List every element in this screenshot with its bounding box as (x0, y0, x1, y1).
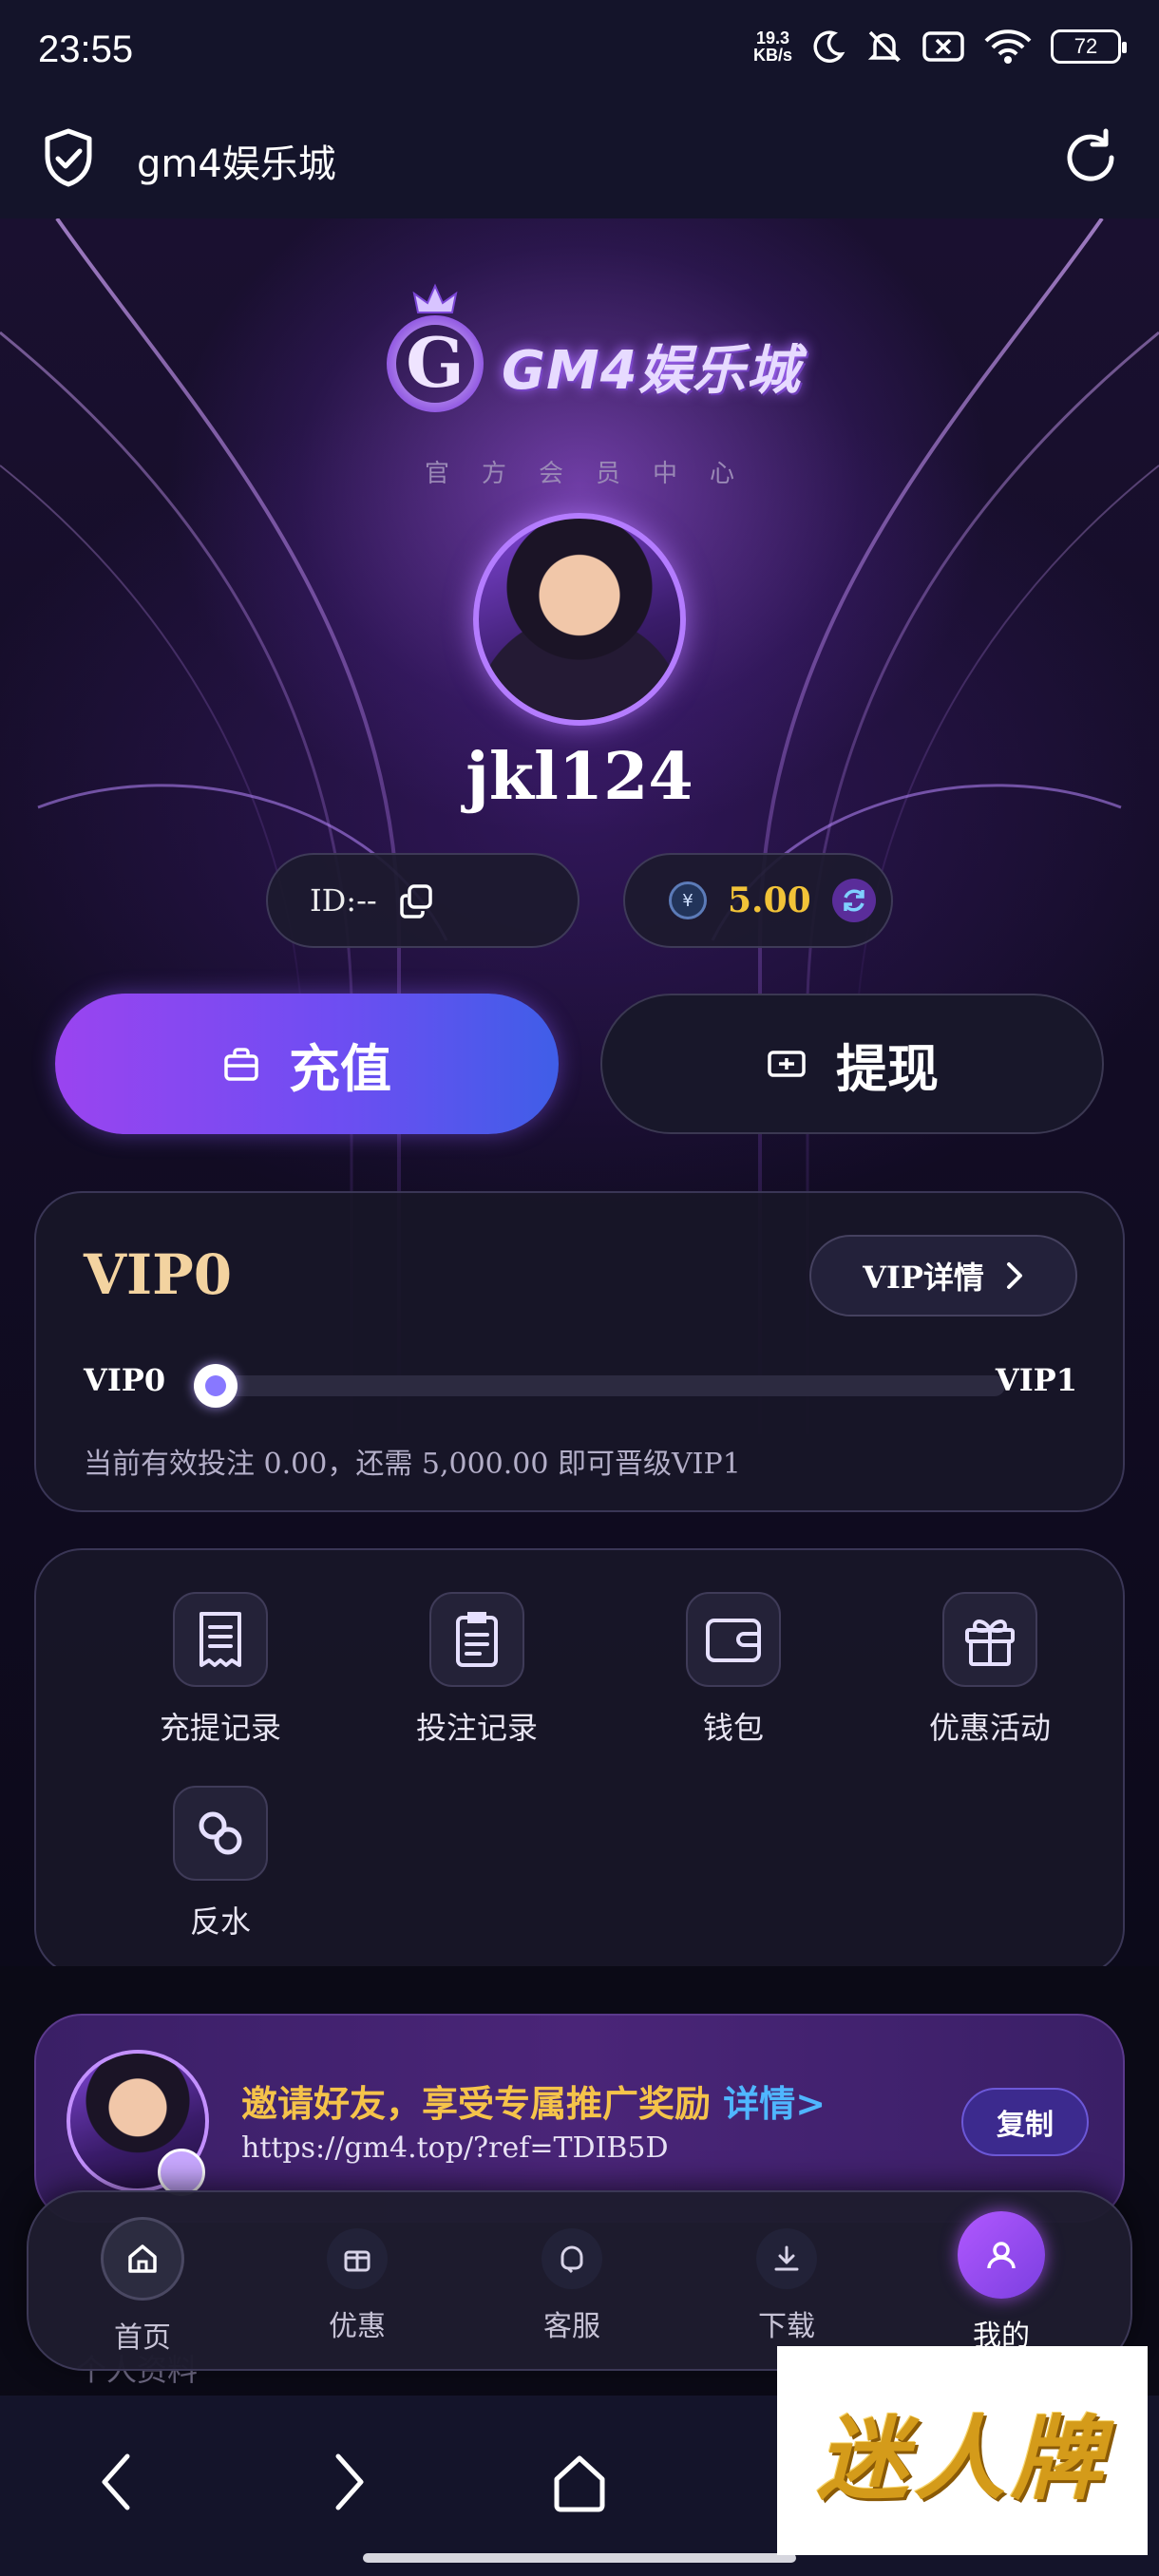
status-bar: 23:55 19.3 KB/s 72 (0, 0, 1159, 104)
recharge-label: 充值 (289, 1038, 391, 1099)
app-header: gm4娱乐城 (0, 104, 1159, 218)
withdraw-button[interactable]: 提现 (600, 994, 1104, 1134)
card-icon (768, 1051, 806, 1077)
refresh-icon[interactable] (1060, 127, 1121, 188)
copy-icon[interactable] (398, 882, 434, 919)
menu-item-deposit-withdraw-records[interactable]: 充提记录 (125, 1592, 315, 1748)
menu-grid: 充提记录 投注记录 钱包 优惠活动 反水 (34, 1548, 1125, 1966)
menu-item-label: 优惠活动 (928, 1710, 1051, 1746)
home-nav-icon[interactable] (549, 2453, 610, 2513)
user-id: ID:-- (310, 882, 377, 919)
watermark-text: 迷人牌 (817, 2404, 1108, 2512)
menu-item-label: 反水 (189, 1904, 251, 1940)
tab-label: 下载 (758, 2310, 815, 2343)
crown-logo-icon: G (387, 283, 484, 412)
tab-support[interactable]: 客服 (486, 2192, 657, 2373)
bottom-tab-bar: 首页 优惠 客服 下载 我的 (27, 2190, 1132, 2371)
shield-check-icon[interactable] (42, 127, 95, 188)
network-speed: 19.3 KB/s (752, 28, 792, 65)
menu-item-wallet[interactable]: 钱包 (638, 1592, 828, 1748)
bell-muted-icon (867, 30, 902, 63)
user-icon (958, 2211, 1045, 2299)
vip-progress-track (207, 1375, 1005, 1396)
back-icon[interactable] (95, 2449, 137, 2515)
battery-indicator: 72 (1051, 29, 1127, 64)
link-icon (173, 1786, 268, 1881)
clipboard-icon (429, 1592, 524, 1687)
menu-item-label: 钱包 (702, 1710, 764, 1746)
chevron-right-icon (1006, 1262, 1022, 1289)
vip-progress-note: 当前有效投注 0.00，还需 5,000.00 即可晋级VIP1 (84, 1448, 741, 1481)
vip-progress-knob (194, 1364, 238, 1408)
avatar[interactable] (473, 513, 686, 726)
download-icon (756, 2228, 817, 2289)
recharge-button[interactable]: 充值 (55, 994, 559, 1134)
support-icon (542, 2228, 602, 2289)
music-note-badge-icon (158, 2149, 205, 2196)
menu-item-label: 投注记录 (415, 1710, 538, 1746)
brand-logo-text: GM4娱乐城 (502, 340, 801, 402)
vip-detail-button[interactable]: VIP详情 (809, 1235, 1077, 1316)
tab-label: 优惠 (329, 2310, 386, 2343)
menu-item-promotions[interactable]: 优惠活动 (895, 1592, 1085, 1748)
receipt-icon (173, 1592, 268, 1687)
tab-home[interactable]: 首页 (57, 2192, 228, 2373)
tab-offers[interactable]: 优惠 (272, 2192, 443, 2373)
status-icons: 19.3 KB/s 72 (752, 27, 1127, 66)
gesture-handle[interactable] (363, 2553, 796, 2563)
balance-refresh-icon[interactable] (831, 879, 876, 922)
hero-subtitle: 官方会员中心 (424, 460, 767, 488)
hero-background: G GM4娱乐城 官方会员中心 jkl124 ID:-- ¥ 5.00 充值 提… (0, 218, 1159, 1966)
invite-title: 邀请好友，享受专属推广奖励 详情> (241, 2083, 826, 2125)
copy-button[interactable]: 复制 (961, 2088, 1089, 2156)
balance-value: 5.00 (728, 881, 811, 920)
bag-icon (224, 1048, 258, 1081)
svg-text:G: G (406, 322, 465, 403)
username: jkl124 (466, 739, 694, 815)
home-icon (101, 2217, 184, 2301)
invite-detail-link[interactable]: 详情> (723, 2083, 826, 2125)
vip-level-title: VIP0 (84, 1242, 233, 1307)
balance-pill: ¥ 5.00 (623, 853, 893, 948)
user-id-pill: ID:-- (266, 853, 580, 948)
tab-label: 客服 (543, 2310, 600, 2343)
invite-url: https://gm4.top/?ref=TDIB5D (241, 2131, 669, 2165)
menu-item-rebate[interactable]: 反水 (125, 1786, 315, 1941)
vip-card: VIP0 VIP详情 VIP0 VIP1 当前有效投注 0.00，还需 5,00… (34, 1191, 1125, 1512)
menu-item-label: 充提记录 (159, 1710, 281, 1746)
tab-label: 首页 (114, 2321, 171, 2355)
menu-item-bet-records[interactable]: 投注记录 (382, 1592, 572, 1748)
sim-off-icon (922, 31, 964, 62)
moon-icon (813, 30, 846, 63)
coin-icon: ¥ (669, 881, 707, 919)
gift-icon (942, 1592, 1037, 1687)
withdraw-label: 提现 (836, 1038, 939, 1099)
vip-start-label: VIP0 (84, 1362, 166, 1398)
vip-end-label: VIP1 (995, 1362, 1077, 1398)
wifi-icon (984, 29, 1032, 64)
gift-box-icon (327, 2228, 388, 2289)
vip-detail-label: VIP详情 (863, 1260, 984, 1296)
status-time: 23:55 (38, 28, 134, 70)
wallet-icon (686, 1592, 781, 1687)
watermark-logo: 迷人牌 (777, 2346, 1148, 2555)
forward-icon[interactable] (329, 2449, 370, 2515)
page-title: gm4娱乐城 (137, 142, 336, 186)
